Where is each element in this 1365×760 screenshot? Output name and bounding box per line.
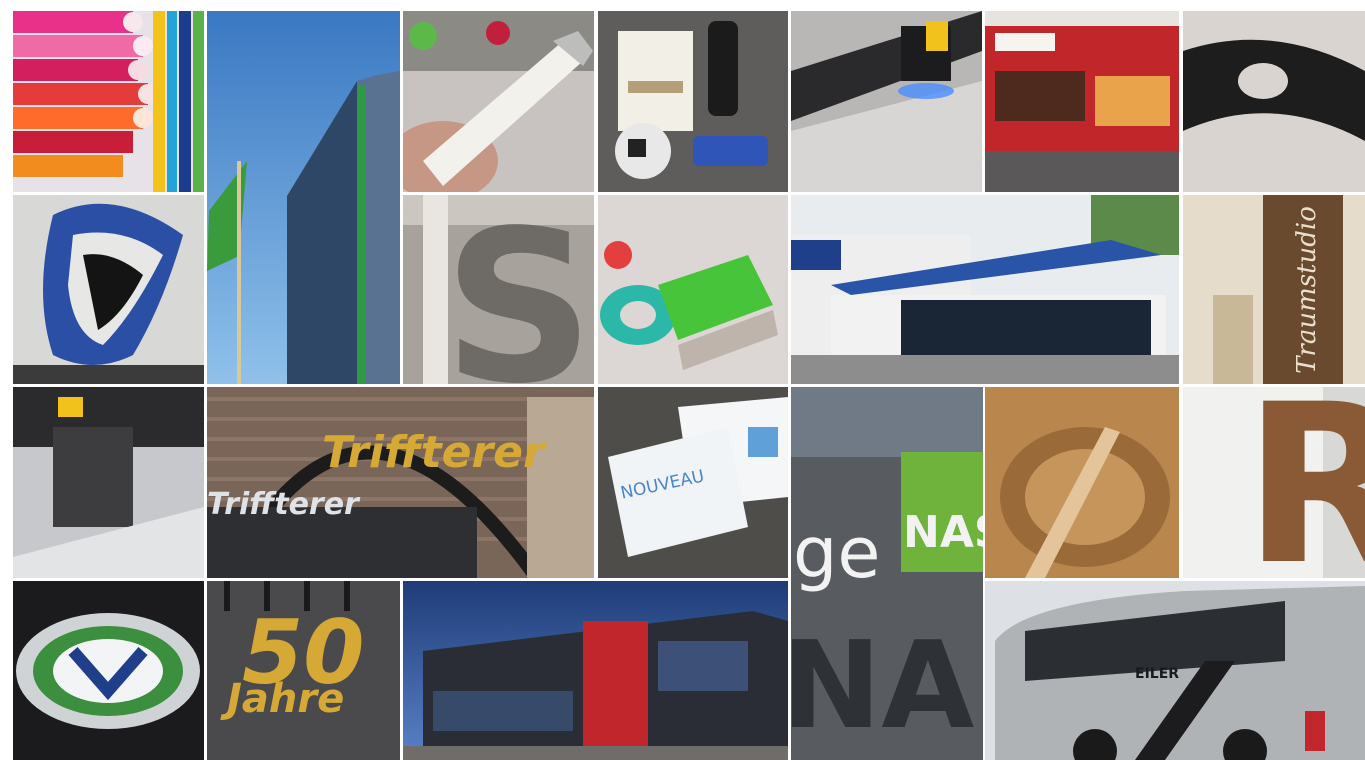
photo-eiler-bus: EILER xyxy=(985,581,1365,760)
photo-cutting-machine xyxy=(791,11,982,192)
photo-metal-letter-r: R xyxy=(1183,387,1365,578)
triffterer-sign-top: Triffterer xyxy=(322,427,545,478)
photo-van-lion-graphic xyxy=(13,195,204,384)
triffterer-sign-front: Triffterer xyxy=(207,487,359,522)
letter-s-text: S xyxy=(443,195,594,384)
script-sign-text: Traumstudio xyxy=(1291,206,1322,374)
photo-night-building xyxy=(403,581,788,760)
letter-r-text: R xyxy=(1243,387,1365,578)
photo-promo-items xyxy=(598,11,788,192)
ge-sign-text: ge xyxy=(793,512,881,594)
photo-building-flag xyxy=(207,11,400,384)
photo-script-sign: Traumstudio xyxy=(1183,195,1365,384)
photo-metal-letter-s: S xyxy=(403,195,594,384)
photo-triffterer-facade: Triffterer Triffterer xyxy=(207,387,594,578)
nasc-green-sign-text: NASC xyxy=(903,507,983,558)
embroidery-jahre-text: Jahre xyxy=(227,676,345,722)
eiler-bus-brand: EILER xyxy=(1135,666,1180,682)
photo-vinyl-rolls xyxy=(13,11,204,192)
photo-printed-pen xyxy=(403,11,594,192)
photo-company-building xyxy=(791,195,1179,384)
photo-plotter-head xyxy=(13,387,204,578)
photo-emblem-badge xyxy=(13,581,204,760)
photo-business-cards: NOUVEAU xyxy=(598,387,788,578)
photo-paisley-engraving xyxy=(985,387,1179,578)
photo-black-foil xyxy=(1183,11,1365,192)
photo-food-truck xyxy=(985,11,1179,192)
photo-nasc-sign: ge NASC NASC xyxy=(791,387,983,760)
nasc-big-sign-text: NASC xyxy=(791,617,983,756)
photo-tape-rolls xyxy=(598,195,788,384)
photo-50-jahre-embroidery: 50 Jahre xyxy=(207,581,400,760)
